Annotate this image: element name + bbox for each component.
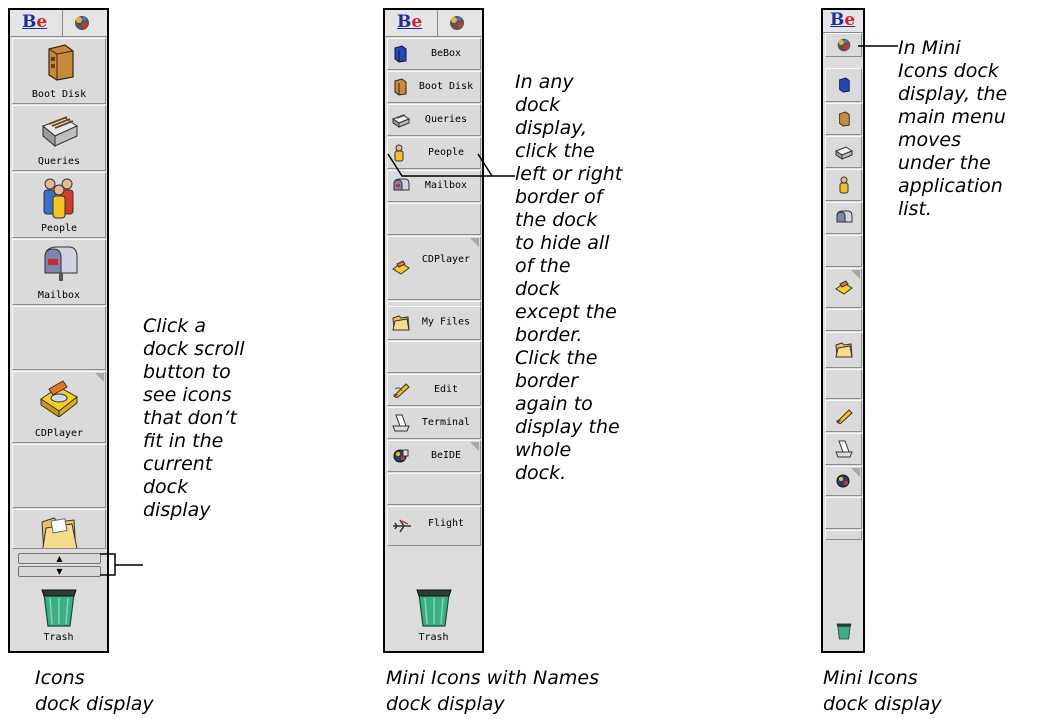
callout-lines [100, 45, 898, 576]
